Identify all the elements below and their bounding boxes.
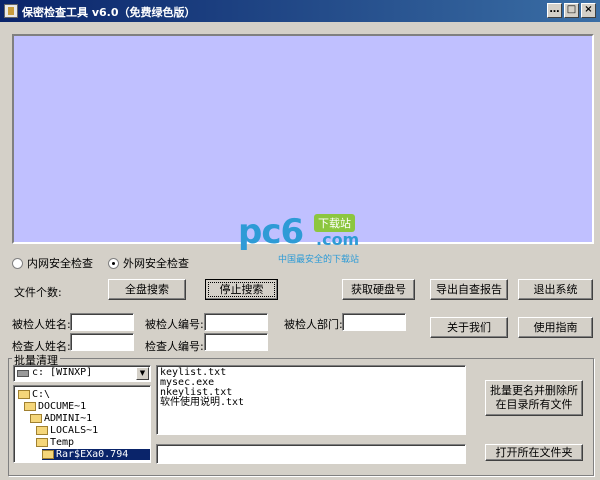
examinee-id-label: 被检人编号: [145,318,204,331]
file-count-label: 文件个数: [14,286,62,299]
inspector-id-label: 检查人编号: [145,340,204,353]
radio-label: 内网安全检查 [27,257,93,270]
examinee-dept-input[interactable] [342,313,406,331]
drive-select[interactable]: c: [WINXP] ▼ [13,365,151,382]
app-icon [4,4,18,18]
folder-open-icon [42,450,54,459]
batch-rename-delete-button[interactable]: 批量更名并删除所在目录所有文件 [485,380,583,416]
tree-item[interactable]: LOCALS~1 [36,425,98,436]
folder-tree[interactable]: C:\ DOCUME~1 ADMINI~1 LOCALS~1 Temp Rar$… [13,385,151,463]
folder-icon [36,438,48,447]
logo-brand: pc6 [238,212,304,252]
logo-domain: .com [316,230,360,249]
maximize-button[interactable]: □ [564,3,579,18]
close-button[interactable]: × [581,3,596,18]
tree-item[interactable]: ADMINI~1 [30,413,92,424]
folder-icon [18,390,30,399]
open-folder-button[interactable]: 打开所在文件夹 [485,444,583,461]
drive-select-value: c: [WINXP] [32,367,93,378]
chevron-down-icon[interactable]: ▼ [136,367,149,380]
export-report-button[interactable]: 导出自查报告 [430,279,508,300]
tree-item[interactable]: DOCUME~1 [24,401,86,412]
watermark-logo: pc6 下载站 .com 中国最安全的下载站 [238,212,368,266]
list-item[interactable]: 软件使用说明.txt [160,398,462,408]
inspector-name-input[interactable] [70,333,134,351]
hard-drive-icon [17,370,29,377]
examinee-name-label: 被检人姓名: [12,318,71,331]
radio-intranet-check[interactable]: 内网安全检查 [12,255,93,271]
app-window: 保密检查工具 v6.0（免费绿色版） … □ × pc6 下载站 .com 中国… [0,0,600,480]
full-search-button[interactable]: 全盘搜索 [108,279,186,300]
minimize-button[interactable]: … [547,3,562,18]
tree-item[interactable]: Temp [36,437,74,448]
examinee-dept-label: 被检人部门: [284,318,343,331]
radio-selected-icon [108,257,119,269]
inspector-id-input[interactable] [204,333,268,351]
window-controls: … □ × [547,3,596,18]
examinee-name-input[interactable] [70,313,134,331]
title-bar[interactable]: 保密检查工具 v6.0（免费绿色版） … □ × [0,0,600,22]
path-input[interactable] [156,444,466,464]
tree-item-selected[interactable]: Rar$EXa0.794 [42,449,150,460]
get-disk-id-button[interactable]: 获取硬盘号 [342,279,415,300]
folder-icon [24,402,36,411]
radio-label: 外网安全检查 [123,257,189,270]
file-list[interactable]: keylist.txt mysec.exe nkeylist.txt 软件使用说… [156,365,466,435]
exit-system-button[interactable]: 退出系统 [518,279,593,300]
about-us-button[interactable]: 关于我们 [430,317,508,338]
folder-icon [30,414,42,423]
folder-icon [36,426,48,435]
window-title: 保密检查工具 v6.0（免费绿色版） [22,6,196,19]
examinee-id-input[interactable] [204,313,268,331]
tree-item[interactable]: C:\ [18,389,50,400]
user-guide-button[interactable]: 使用指南 [518,317,593,338]
radio-circle-icon [12,257,23,269]
logo-tagline: 中国最安全的下载站 [278,255,360,265]
radio-extranet-check[interactable]: 外网安全检查 [108,255,189,271]
stop-search-button[interactable]: 停止搜索 [205,279,278,300]
